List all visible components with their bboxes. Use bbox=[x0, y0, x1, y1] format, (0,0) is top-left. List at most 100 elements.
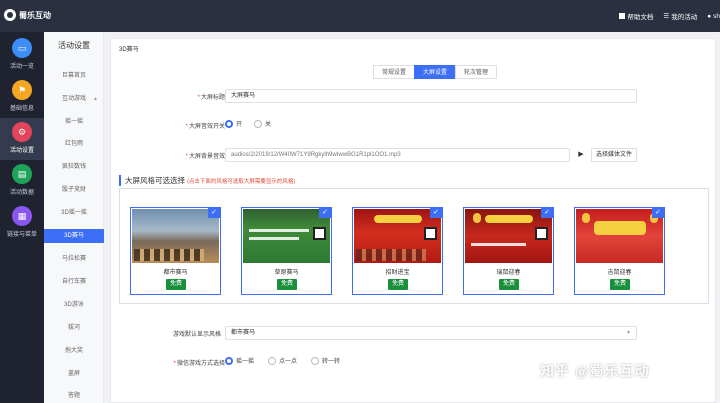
brand-logo[interactable]: 蜀乐互动 bbox=[4, 9, 51, 21]
free-badge: 免费 bbox=[499, 279, 519, 290]
sub-item-quiz[interactable]: 答题 bbox=[44, 389, 104, 403]
breadcrumb: 3D赛马 bbox=[119, 47, 139, 53]
play-mode-tap-label: 点一点 bbox=[279, 359, 298, 365]
nav-label: 活动数据 bbox=[9, 190, 34, 196]
title-graphic bbox=[374, 215, 422, 223]
style-thumbnail bbox=[132, 209, 219, 263]
thumb-row bbox=[249, 237, 299, 240]
chevron-down-icon: ▼ bbox=[626, 330, 631, 336]
help-doc-link[interactable]: 帮助文档 bbox=[619, 11, 653, 21]
title-input[interactable]: 大屏赛马 bbox=[225, 89, 637, 103]
thumb-row bbox=[249, 229, 309, 232]
sub-item-count-money[interactable]: 疯狂数钱 bbox=[44, 160, 104, 174]
thumb-row bbox=[471, 243, 526, 246]
sub-item-bicycle[interactable]: 自行车赛 bbox=[44, 275, 104, 289]
style-card-rat-spring[interactable]: ✓ 瑞鼠迎春 免费 bbox=[463, 207, 554, 295]
nav-item-links-menu[interactable]: ▦ 链接与菜单 bbox=[0, 202, 44, 244]
qr-code-icon bbox=[424, 227, 437, 240]
styles-title-text: 大屏风格可选选择 bbox=[125, 176, 185, 185]
sub-item-red-packet-rain[interactable]: 红包雨 bbox=[44, 137, 104, 151]
play-mode-shake-label: 摇一摇 bbox=[236, 359, 255, 365]
grid-icon: ▦ bbox=[12, 206, 32, 226]
music-label: *大屏背景音效 bbox=[115, 151, 225, 160]
play-mode-tap-radio[interactable] bbox=[268, 356, 277, 365]
tab-round-management[interactable]: 轮次管理 bbox=[455, 65, 498, 79]
sub-item-3d-shake[interactable]: 3D摇一摇 bbox=[44, 206, 104, 220]
sub-item-big-screen-home[interactable]: 巨幕首页 bbox=[44, 69, 104, 83]
sub-nav-title: 活动设置 bbox=[58, 41, 90, 50]
settings-tabs: 常规设置 大屏设置 轮次管理 bbox=[373, 65, 498, 79]
style-card-lucky-spring[interactable]: ✓ 吉鼠迎春 免费 bbox=[574, 207, 665, 295]
sound-off-label: 关 bbox=[265, 122, 272, 128]
title-graphic bbox=[594, 221, 646, 235]
required-mark: * bbox=[185, 124, 188, 130]
user-name: sh bbox=[713, 12, 720, 20]
sub-item-interactive-games[interactable]: 互动游戏 ▲ bbox=[44, 92, 104, 106]
sub-item-tug-of-war[interactable]: 拔河 bbox=[44, 321, 104, 335]
nav-item-activity-data[interactable]: ▤ 活动数据 bbox=[0, 160, 44, 202]
nav-label: 活动一览 bbox=[9, 64, 34, 70]
qr-code-icon bbox=[313, 227, 326, 240]
nav-label: 链接与菜单 bbox=[6, 232, 37, 238]
style-name: 草原赛马 bbox=[274, 270, 299, 276]
required-mark: * bbox=[173, 361, 176, 367]
default-style-label: 游戏默认显示风格 bbox=[172, 332, 221, 338]
sound-off-radio[interactable] bbox=[254, 119, 263, 128]
nav-item-activity-overview[interactable]: ▭ 活动一览 bbox=[0, 34, 44, 76]
choose-file-button[interactable]: 选择媒体文件 bbox=[591, 148, 638, 162]
sound-switch-label: *大屏音效开关 bbox=[115, 121, 225, 130]
help-doc-label: 帮助文档 bbox=[627, 14, 654, 21]
play-mode-spin-radio[interactable] bbox=[311, 356, 320, 365]
chevron-up-icon: ▲ bbox=[93, 96, 98, 102]
sound-on-radio[interactable] bbox=[225, 119, 233, 128]
brand-name: 蜀乐互动 bbox=[19, 10, 51, 20]
free-badge: 免费 bbox=[277, 279, 297, 290]
horses-graphic bbox=[134, 249, 204, 261]
chart-icon: ▤ bbox=[12, 164, 32, 184]
doc-icon bbox=[619, 13, 626, 19]
sub-item-3d-horse-race[interactable]: 3D赛马 bbox=[44, 229, 104, 243]
style-card-fortune[interactable]: ✓ 招财进宝 免费 bbox=[352, 207, 443, 295]
styles-section-title: 大屏风格可选选择 (点击下面的风格可选取大屏需要显示的风格) bbox=[119, 175, 295, 186]
sound-switch-radio-group: 开 关 bbox=[225, 119, 271, 128]
nav-item-basic-info[interactable]: ⚑ 基础信息 bbox=[0, 76, 44, 118]
free-badge: 免费 bbox=[610, 279, 630, 290]
top-links: 帮助文档 ☰ 我的活动 ● sh bbox=[619, 11, 720, 21]
watermark: 知乎 @蜀乐互动 bbox=[540, 363, 650, 379]
music-label-text: 大屏背景音效 bbox=[188, 154, 225, 160]
qr-code-icon bbox=[535, 227, 548, 240]
style-card-city[interactable]: ✓ 都市赛马 免费 bbox=[130, 207, 221, 295]
list-icon: ☰ bbox=[663, 13, 670, 20]
style-card-grassland[interactable]: ✓ 草原赛马 免费 bbox=[241, 207, 332, 295]
user-icon: ● bbox=[707, 12, 712, 20]
tab-big-screen-settings[interactable]: 大屏设置 bbox=[414, 65, 457, 79]
style-thumbnail bbox=[243, 209, 330, 263]
default-style-select[interactable]: 都市赛马 ▼ bbox=[225, 326, 637, 340]
style-thumbnail bbox=[354, 209, 441, 263]
sound-switch-label-text: 大屏音效开关 bbox=[188, 124, 225, 130]
play-icon[interactable]: ▶ bbox=[576, 148, 586, 162]
sub-item-screen[interactable]: 盖屏 bbox=[44, 367, 104, 381]
sub-item-marathon[interactable]: 马拉松赛 bbox=[44, 252, 104, 266]
flag-icon: ⚑ bbox=[12, 80, 32, 100]
sub-item-grand-prize[interactable]: 拖大奖 bbox=[44, 344, 104, 358]
user-menu[interactable]: ● sh bbox=[707, 11, 720, 21]
sub-item-dice[interactable]: 骰子竞财 bbox=[44, 183, 104, 197]
sub-item-3d-swim[interactable]: 3D游泳 bbox=[44, 298, 104, 312]
sub-item-shake[interactable]: 摇一摇 bbox=[44, 115, 104, 129]
style-name: 都市赛马 bbox=[163, 270, 188, 276]
play-mode-shake-radio[interactable] bbox=[225, 356, 233, 365]
gear-icon: ⚙ bbox=[12, 122, 32, 142]
nav-item-activity-settings[interactable]: ⚙ 活动设置 bbox=[0, 118, 44, 160]
free-badge: 免费 bbox=[388, 279, 408, 290]
tab-general-settings[interactable]: 常规设置 bbox=[373, 65, 416, 79]
main-content: 3D赛马 常规设置 大屏设置 轮次管理 *大屏标题 大屏赛马 *大屏音效开关 开… bbox=[110, 38, 716, 403]
my-activities-link[interactable]: ☰ 我的活动 bbox=[663, 11, 697, 21]
my-activities-label: 我的活动 bbox=[671, 14, 698, 21]
top-bar: 蜀乐互动 帮助文档 ☰ 我的活动 ● sh bbox=[0, 0, 720, 32]
play-mode-label-text: 微信游戏方式选择 bbox=[176, 361, 225, 367]
music-path-input[interactable]: audios/2/2019/12/W40W71Y9Rgkylh9wIwwBG1R… bbox=[225, 148, 570, 162]
default-style-value: 都市赛马 bbox=[231, 330, 256, 336]
logo-icon bbox=[4, 9, 16, 21]
nav-label: 基础信息 bbox=[9, 106, 34, 112]
